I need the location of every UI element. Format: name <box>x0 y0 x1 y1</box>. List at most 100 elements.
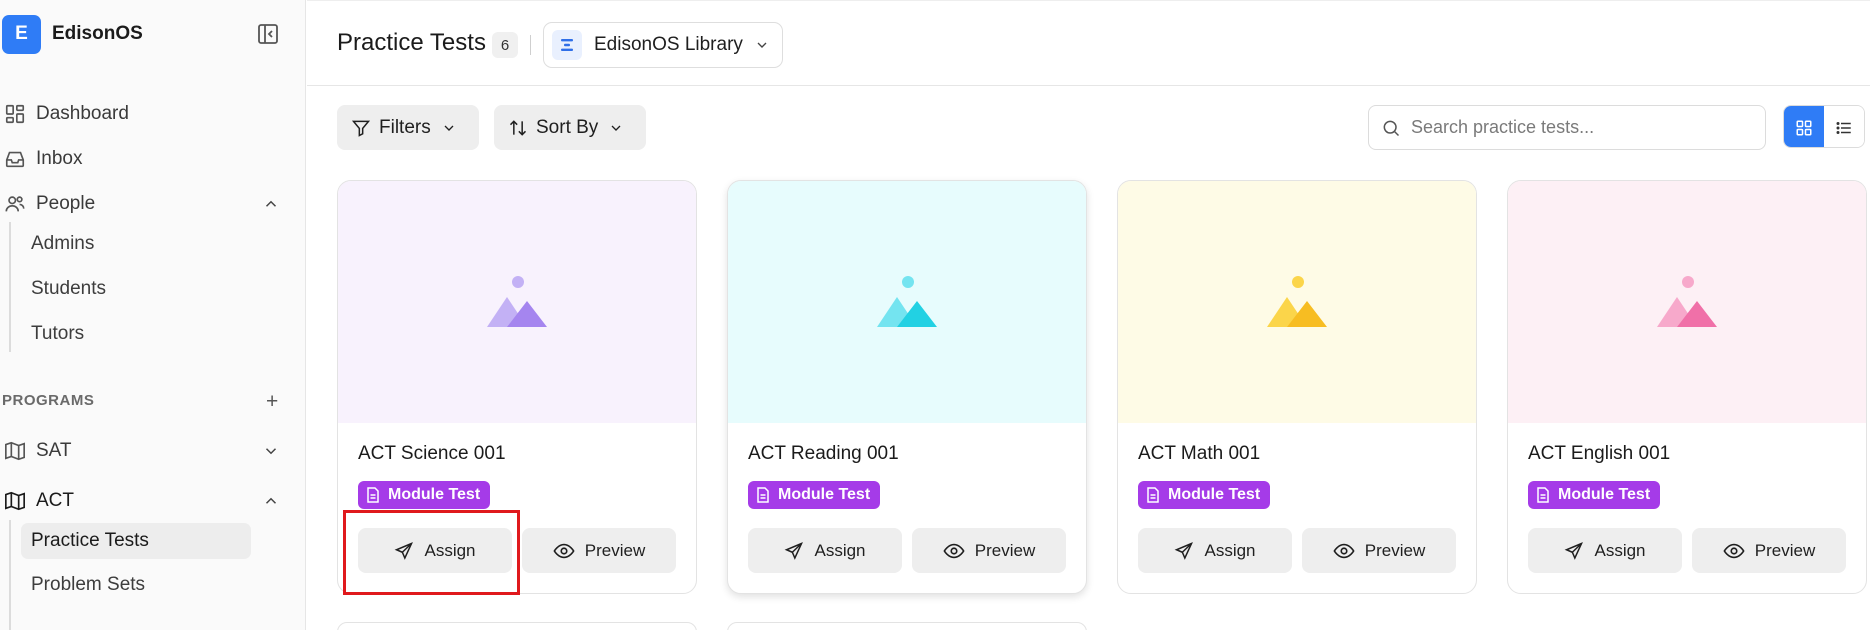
chevron-down-icon <box>754 37 770 53</box>
assign-button[interactable]: Assign <box>748 528 902 573</box>
book-icon <box>2 438 28 464</box>
eye-icon <box>943 543 965 558</box>
header-divider <box>530 35 531 55</box>
search-box[interactable] <box>1368 105 1766 150</box>
document-icon <box>757 487 769 503</box>
sidebar-item-label: Dashboard <box>36 103 129 124</box>
preview-button[interactable]: Preview <box>1302 528 1456 573</box>
assign-label: Assign <box>1594 540 1646 560</box>
image-placeholder-icon <box>1267 276 1327 327</box>
send-icon <box>395 541 414 560</box>
grid-icon <box>1796 120 1812 135</box>
preview-button[interactable]: Preview <box>1692 528 1846 573</box>
image-placeholder-icon <box>877 276 937 327</box>
assign-button[interactable]: Assign <box>1528 528 1682 573</box>
practice-test-card[interactable]: ACT Math 001 Module Test Assign Preview <box>1117 180 1477 594</box>
add-program-button[interactable]: + <box>266 391 278 412</box>
module-test-tag: Module Test <box>1528 481 1661 509</box>
library-icon <box>552 30 582 60</box>
send-icon <box>1175 541 1194 560</box>
image-placeholder-icon <box>487 276 547 327</box>
card-thumbnail <box>1508 181 1866 423</box>
page-title: Practice Tests <box>337 29 486 56</box>
brand-logo: E <box>2 14 41 54</box>
eye-icon <box>1333 543 1355 558</box>
sidebar-item-inbox[interactable]: Inbox <box>0 140 290 178</box>
tag-label: Module Test <box>778 486 871 503</box>
eye-icon <box>1723 543 1745 558</box>
book-icon <box>2 488 28 514</box>
sidebar-item-label: ACT <box>36 490 74 511</box>
sidebar-item-practice-tests[interactable]: Practice Tests <box>21 523 251 559</box>
preview-label: Preview <box>974 540 1036 560</box>
grid-view-button[interactable] <box>1784 106 1824 147</box>
module-test-tag: Module Test <box>358 481 491 509</box>
sidebar-item-students[interactable]: Students <box>21 271 251 307</box>
sidebar-item-label: People <box>36 193 96 214</box>
send-icon <box>785 541 804 560</box>
sidebar-item-problem-sets[interactable]: Problem Sets <box>21 567 251 603</box>
sidebar-item-people[interactable]: People <box>0 185 290 223</box>
sidebar: E EdisonOS Dashboard Inbox People Admins… <box>0 0 306 630</box>
search-input[interactable] <box>1411 117 1741 138</box>
brand[interactable]: E EdisonOS <box>2 14 143 54</box>
preview-label: Preview <box>584 540 646 560</box>
card-title: ACT Science 001 <box>358 443 506 464</box>
document-icon <box>1537 487 1549 503</box>
practice-test-card[interactable]: ACT Reading 001 Module Test Assign Previ… <box>727 180 1087 594</box>
module-test-tag: Module Test <box>1138 481 1271 509</box>
test-count-badge: 6 <box>492 32 518 58</box>
list-icon <box>1836 121 1851 134</box>
filter-icon <box>351 120 371 137</box>
assign-button[interactable]: Assign <box>1138 528 1292 573</box>
image-placeholder-icon <box>1657 276 1717 327</box>
main-content: Practice Tests 6 EdisonOS Library Filter… <box>307 0 1870 630</box>
filters-button[interactable]: Filters <box>337 105 479 150</box>
card-title: ACT Math 001 <box>1138 443 1261 464</box>
practice-test-card-partial <box>337 622 697 630</box>
tag-label: Module Test <box>1558 486 1651 503</box>
sidebar-item-admins[interactable]: Admins <box>21 226 251 262</box>
inbox-icon <box>2 146 28 172</box>
sidebar-item-act[interactable]: ACT <box>0 482 290 520</box>
chevron-up-icon[interactable] <box>262 195 280 213</box>
preview-label: Preview <box>1754 540 1816 560</box>
dashboard-icon <box>2 101 28 127</box>
view-toggle <box>1783 105 1865 148</box>
practice-test-card[interactable]: ACT Science 001 Module Test Assign Previ… <box>337 180 697 594</box>
sidebar-item-dashboard[interactable]: Dashboard <box>0 95 290 133</box>
tag-label: Module Test <box>1168 486 1261 503</box>
page-header: Practice Tests 6 EdisonOS Library <box>307 0 1870 86</box>
assign-label: Assign <box>424 540 476 560</box>
act-sub-list <box>9 520 11 630</box>
card-thumbnail <box>338 181 696 423</box>
search-icon <box>1383 120 1400 136</box>
sidebar-item-label: Inbox <box>36 148 83 169</box>
brand-name: EdisonOS <box>52 23 143 44</box>
chevron-down-icon <box>611 125 621 131</box>
people-sub-list <box>9 222 11 352</box>
preview-button[interactable]: Preview <box>912 528 1066 573</box>
chevron-down-icon[interactable] <box>262 442 280 460</box>
card-title: ACT English 001 <box>1528 443 1671 464</box>
chevron-up-icon[interactable] <box>262 492 280 510</box>
sidebar-collapse-icon[interactable] <box>256 22 280 46</box>
tag-label: Module Test <box>388 486 481 503</box>
library-select[interactable]: EdisonOS Library <box>543 22 783 68</box>
preview-label: Preview <box>1364 540 1426 560</box>
assign-label: Assign <box>814 540 866 560</box>
practice-test-card[interactable]: ACT English 001 Module Test Assign Previ… <box>1507 180 1867 594</box>
send-icon <box>1565 541 1584 560</box>
card-title: ACT Reading 001 <box>748 443 899 464</box>
sidebar-item-tutors[interactable]: Tutors <box>21 316 251 352</box>
sidebar-item-sat[interactable]: SAT <box>0 432 290 470</box>
sort-by-button[interactable]: Sort By <box>494 105 646 150</box>
preview-button[interactable]: Preview <box>522 528 676 573</box>
assign-label: Assign <box>1204 540 1256 560</box>
list-view-button[interactable] <box>1824 106 1864 147</box>
assign-button[interactable]: Assign <box>358 528 512 573</box>
sidebar-item-label: SAT <box>36 440 72 461</box>
filters-label: Filters <box>379 116 431 138</box>
document-icon <box>367 487 379 503</box>
card-thumbnail <box>728 181 1086 423</box>
